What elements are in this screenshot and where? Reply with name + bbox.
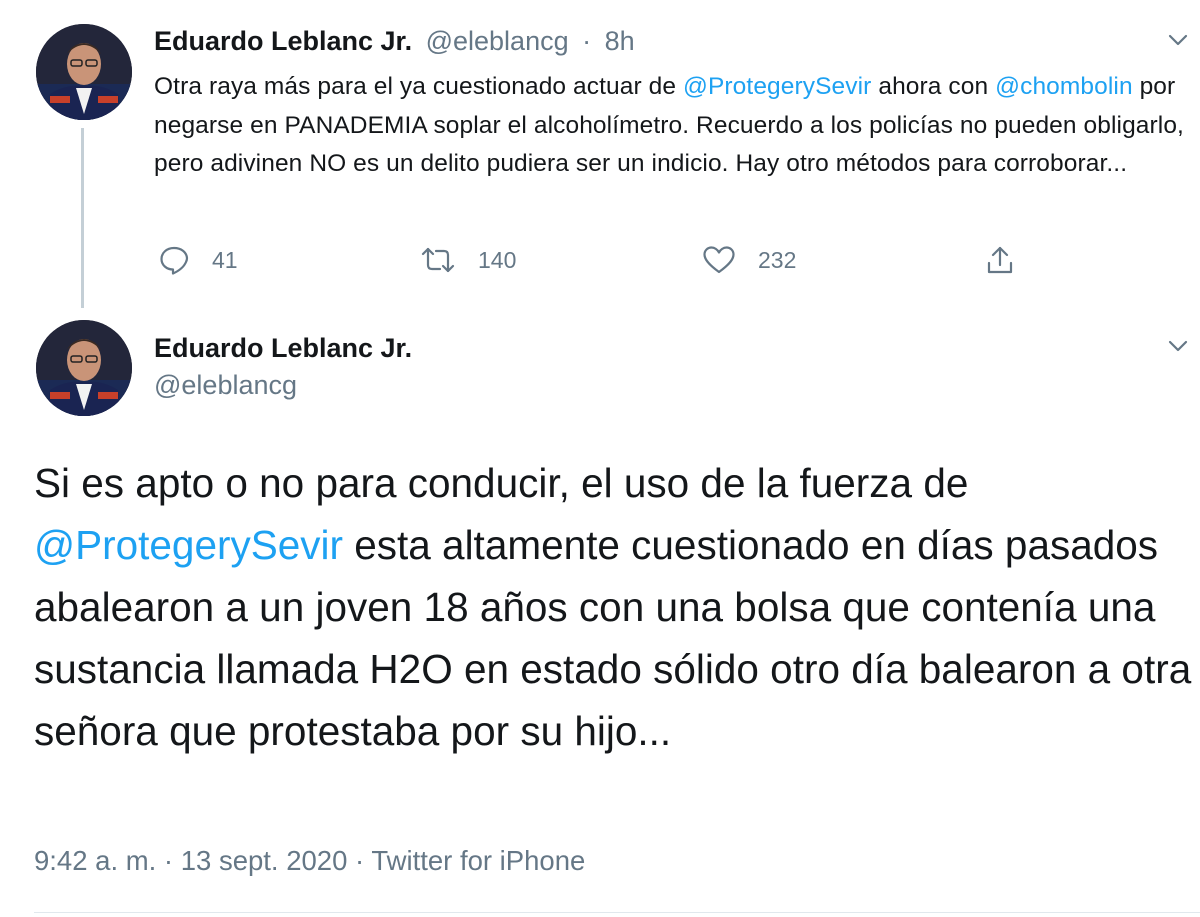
tweet-header: Eduardo Leblanc Jr. bbox=[154, 333, 412, 364]
tweet-header: Eduardo Leblanc Jr. @eleblancg · 8h bbox=[154, 26, 635, 57]
comment-bubble-icon bbox=[160, 246, 189, 275]
separator-dot: · bbox=[582, 26, 592, 56]
author-name[interactable]: Eduardo Leblanc Jr. bbox=[154, 333, 412, 363]
retweet-icon bbox=[421, 247, 455, 273]
chevron-down-icon[interactable] bbox=[1164, 332, 1192, 360]
thread-connector-line bbox=[81, 128, 84, 308]
author-handle[interactable]: @eleblancg bbox=[154, 370, 297, 401]
divider bbox=[34, 912, 1200, 913]
reply-count: 41 bbox=[212, 246, 238, 273]
retweet-count: 140 bbox=[478, 246, 517, 273]
tweet-text: Otra raya más para el ya cuestionado act… bbox=[154, 68, 1194, 184]
mention-link[interactable]: @ProtegerySevir bbox=[34, 522, 343, 568]
reply-button[interactable]: 41 bbox=[158, 238, 238, 282]
tweet-text: Si es apto o no para conducir, el uso de… bbox=[34, 452, 1194, 762]
avatar[interactable] bbox=[36, 320, 132, 416]
chevron-down-icon[interactable] bbox=[1164, 26, 1192, 54]
mention-link[interactable]: @ProtegerySevir bbox=[683, 73, 871, 100]
author-handle[interactable]: @eleblancg bbox=[426, 26, 569, 56]
text-segment: Si es apto o no para conducir, el uso de… bbox=[34, 460, 969, 506]
tweet-time[interactable]: 8h bbox=[605, 26, 635, 56]
mention-link[interactable]: @chombolin bbox=[995, 73, 1133, 100]
heart-icon bbox=[703, 246, 735, 274]
avatar[interactable] bbox=[36, 24, 132, 120]
text-segment: Otra raya más para el ya cuestionado act… bbox=[154, 73, 684, 100]
tweet-timestamp[interactable]: 9:42 a. m. · 13 sept. 2020 · Twitter for… bbox=[34, 845, 585, 877]
share-button[interactable] bbox=[984, 238, 1038, 282]
like-button[interactable]: 232 bbox=[702, 238, 796, 282]
like-count: 232 bbox=[758, 246, 797, 273]
retweet-button[interactable]: 140 bbox=[420, 238, 516, 282]
author-name[interactable]: Eduardo Leblanc Jr. bbox=[154, 26, 412, 56]
text-segment: ahora con bbox=[871, 73, 996, 100]
tweet-actions: 41 140 232 bbox=[154, 238, 1054, 282]
share-upload-icon bbox=[987, 246, 1013, 274]
